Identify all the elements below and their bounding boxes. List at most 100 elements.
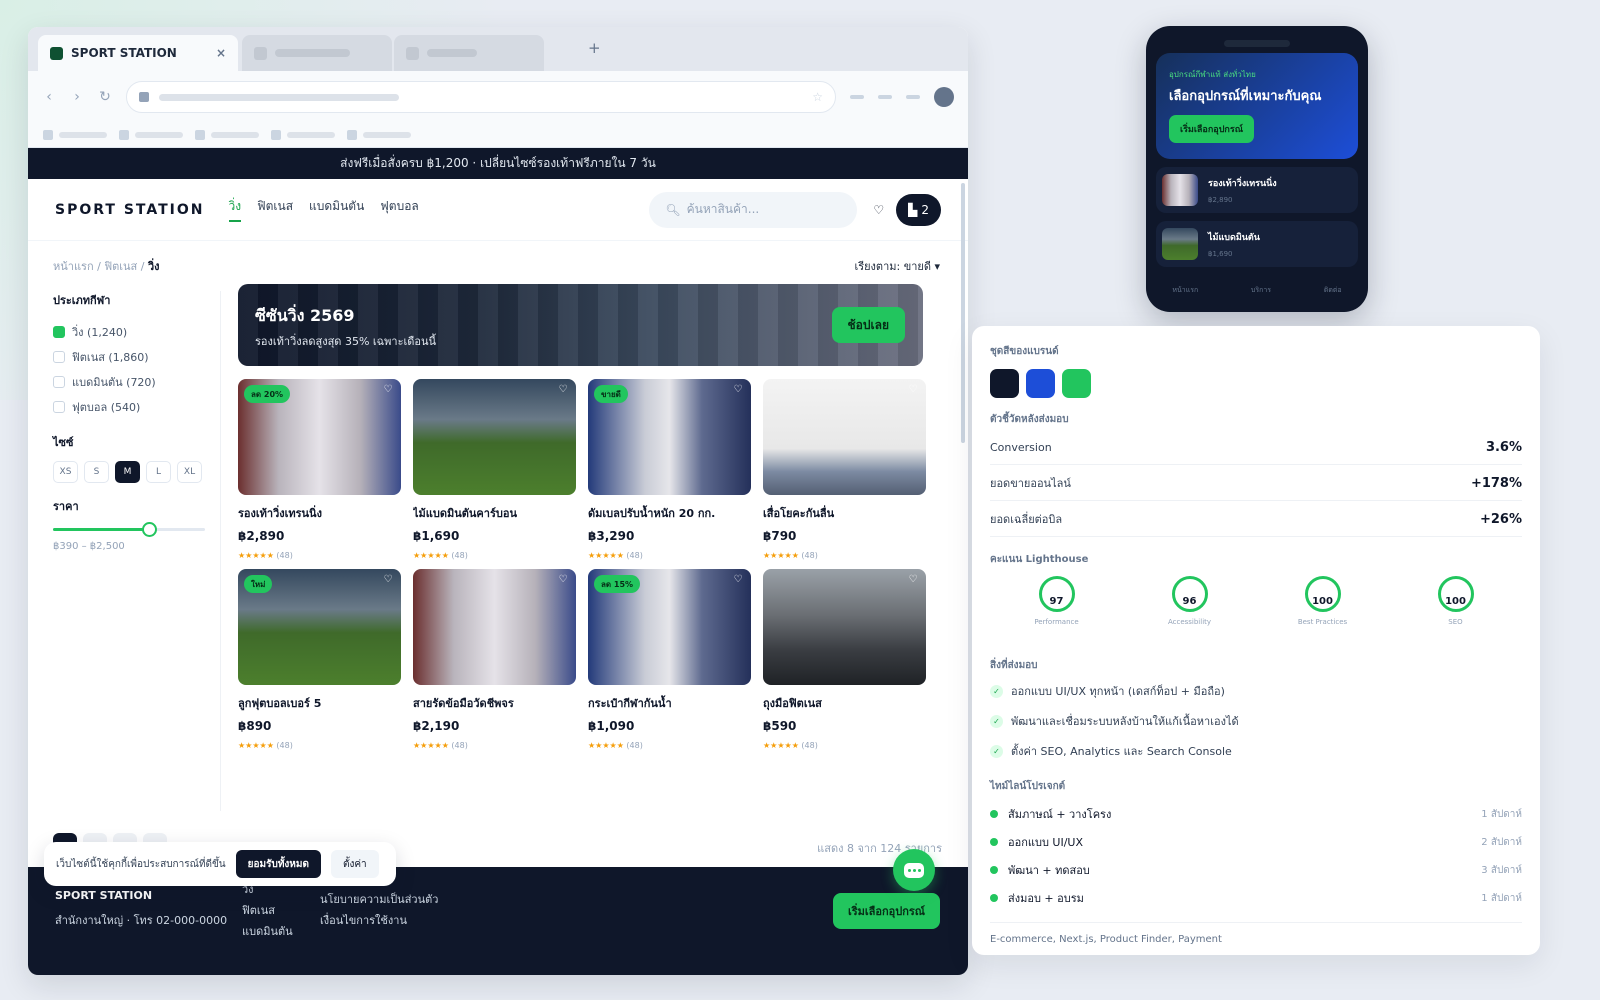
back-icon[interactable]: ‹ — [42, 89, 56, 105]
size-option-s[interactable]: S — [84, 461, 109, 483]
wishlist-heart-icon[interactable]: ♡ — [906, 574, 920, 588]
product-name[interactable]: กระเป๋ากีฬากันน้ำ — [588, 694, 751, 712]
bookmark-placeholder[interactable] — [119, 130, 183, 140]
size-option-l[interactable]: L — [146, 461, 171, 483]
sport-filter-option[interactable]: ฟุตบอล (540) — [53, 394, 220, 419]
product-name[interactable]: เสื่อโยคะกันลื่น — [763, 504, 926, 522]
bookmark-placeholder[interactable] — [43, 130, 107, 140]
product-name[interactable]: สายรัดข้อมือวัดชีพจร — [413, 694, 576, 712]
wishlist-heart-icon[interactable]: ♡ — [381, 384, 395, 398]
forward-icon[interactable]: › — [70, 89, 84, 105]
product-card[interactable]: ใหม่ ♡ ลูกฟุตบอลเบอร์ 5 ฿890 ★★★★★ (48) — [238, 569, 401, 750]
search-input[interactable]: 🔍︎ ค้นหาสินค้า... — [649, 191, 858, 228]
product-name[interactable]: ไม้แบดมินตันคาร์บอน — [413, 504, 576, 522]
brand-color-swatch — [990, 369, 1019, 398]
product-card[interactable]: ♡ สายรัดข้อมือวัดชีพจร ฿2,190 ★★★★★ (48) — [413, 569, 576, 750]
breadcrumb-home[interactable]: หน้าแรก / — [53, 260, 101, 273]
cookie-settings-button[interactable]: ตั้งค่า — [330, 850, 379, 878]
breadcrumb-category[interactable]: ฟิตเนส / — [104, 260, 144, 273]
mobile-product-item[interactable]: รองเท้าวิ่งเทรนนิ่ง ฿2,890 — [1156, 167, 1358, 213]
product-card[interactable]: ♡ เสื่อโยคะกันลื่น ฿790 ★★★★★ (48) — [763, 379, 926, 560]
product-card[interactable]: ♡ ถุงมือฟิตเนส ฿590 ★★★★★ (48) — [763, 569, 926, 750]
mobile-nav-contact[interactable]: ติดต่อ — [1324, 285, 1342, 296]
product-image[interactable]: ลด 20% ♡ — [238, 379, 401, 495]
bookmark-placeholder[interactable] — [195, 130, 259, 140]
reload-icon[interactable]: ↻ — [98, 89, 112, 105]
cookie-accept-button[interactable]: ยอมรับทั้งหมด — [235, 850, 321, 878]
extension-placeholder-icon[interactable] — [878, 95, 892, 99]
mobile-start-button[interactable]: เริ่มเลือกอุปกรณ์ — [1169, 115, 1255, 143]
size-option-xs[interactable]: XS — [53, 461, 78, 483]
mobile-nav-home[interactable]: หน้าแรก — [1172, 285, 1198, 296]
extension-placeholder-icon[interactable] — [850, 95, 864, 99]
product-name[interactable]: ถุงมือฟิตเนส — [763, 694, 926, 712]
product-image[interactable]: ใหม่ ♡ — [238, 569, 401, 685]
product-image[interactable]: ♡ — [413, 379, 576, 495]
product-image[interactable]: ♡ — [763, 569, 926, 685]
price-slider-fill — [53, 528, 149, 531]
tab-sport-station[interactable]: SPORT STATION × — [38, 35, 238, 71]
wishlist-heart-icon[interactable]: ♡ — [731, 574, 745, 588]
price-slider[interactable] — [53, 521, 205, 537]
wishlist-heart-icon[interactable]: ♡ — [873, 203, 884, 217]
menu-item-running[interactable]: วิ่ง — [228, 197, 242, 222]
profile-avatar[interactable] — [934, 87, 954, 107]
menu-item-fitness[interactable]: ฟิตเนส — [257, 197, 293, 222]
product-card[interactable]: ขายดี ♡ ดัมเบลปรับน้ำหนัก 20 กก. ฿3,290 ★★★★… — [588, 379, 751, 560]
footer-link[interactable]: แบดมินตัน — [242, 921, 293, 942]
mobile-product-item[interactable]: ไม้แบดมินตัน ฿1,690 — [1156, 221, 1358, 267]
menu-item-football[interactable]: ฟุตบอล — [380, 197, 418, 222]
filter-checkbox[interactable] — [53, 400, 65, 413]
sport-filter-option[interactable]: แบดมินตัน (720) — [53, 369, 220, 394]
site-logo[interactable]: SPORT STATION — [55, 202, 205, 218]
cart-button[interactable]: ▙ 2 — [896, 193, 941, 226]
size-option-xl[interactable]: XL — [177, 461, 202, 483]
chat-button[interactable] — [893, 849, 935, 891]
filter-checkbox[interactable] — [53, 325, 65, 338]
product-card[interactable]: ลด 20% ♡ รองเท้าวิ่งเทรนนิ่ง ฿2,890 ★★★★★ (4… — [238, 379, 401, 560]
product-image[interactable]: ♡ — [763, 379, 926, 495]
product-image[interactable]: ♡ — [413, 569, 576, 685]
wishlist-heart-icon[interactable]: ♡ — [906, 384, 920, 398]
tab-close-icon[interactable]: × — [216, 46, 226, 60]
tab-placeholder[interactable] — [394, 35, 544, 71]
menu-item-badminton[interactable]: แบดมินตัน — [309, 197, 364, 222]
product-card[interactable]: ♡ ไม้แบดมินตันคาร์บอน ฿1,690 ★★★★★ (48) — [413, 379, 576, 560]
footer-link[interactable]: ฟิตเนส — [242, 900, 293, 921]
product-name[interactable]: ดัมเบลปรับน้ำหนัก 20 กก. — [588, 504, 751, 522]
wishlist-heart-icon[interactable]: ♡ — [381, 574, 395, 588]
filter-checkbox[interactable] — [53, 350, 65, 363]
footer-link[interactable]: เงื่อนไขการใช้งาน — [320, 910, 438, 931]
extension-placeholder-icon[interactable] — [906, 95, 920, 99]
mobile-nav-services[interactable]: บริการ — [1251, 285, 1271, 296]
bookmark-placeholder[interactable] — [271, 130, 335, 140]
product-price: ฿3,290 — [588, 529, 635, 543]
size-option-m[interactable]: M — [115, 461, 140, 483]
footer-link[interactable]: นโยบายความเป็นส่วนตัว — [320, 889, 438, 910]
shop-now-button[interactable]: ช้อปเลย — [831, 307, 905, 343]
product-card[interactable]: ลด 15% ♡ กระเป๋ากีฬากันน้ำ ฿1,090 ★★★★★ (48) — [588, 569, 751, 750]
metrics-title: ตัวชี้วัดหลังส่งมอบ — [990, 414, 1069, 425]
address-bar[interactable]: ☆ — [126, 81, 836, 113]
wishlist-heart-icon[interactable]: ♡ — [556, 574, 570, 588]
sport-filter-option[interactable]: ฟิตเนส (1,860) — [53, 344, 220, 369]
bookmark-placeholder[interactable] — [347, 130, 411, 140]
sport-filter-option[interactable]: วิ่ง (1,240) — [53, 319, 220, 344]
product-image[interactable]: ลด 15% ♡ — [588, 569, 751, 685]
filter-checkbox[interactable] — [53, 375, 65, 388]
price-slider-handle[interactable] — [141, 522, 157, 537]
wishlist-heart-icon[interactable]: ♡ — [556, 384, 570, 398]
bookmark-star-icon[interactable]: ☆ — [812, 90, 823, 104]
new-tab-icon[interactable]: + — [588, 39, 601, 57]
rating-stars-icon: ★★★★★ — [588, 741, 624, 750]
sort-dropdown[interactable]: เรียงตาม: ขายดี ▾ — [854, 257, 940, 275]
page-scrollbar[interactable] — [961, 183, 965, 443]
product-name[interactable]: รองเท้าวิ่งเทรนนิ่ง — [238, 504, 401, 522]
product-image[interactable]: ขายดี ♡ — [588, 379, 751, 495]
brand-color-swatch — [1062, 369, 1091, 398]
product-name[interactable]: ลูกฟุตบอลเบอร์ 5 — [238, 694, 401, 712]
tab-placeholder[interactable] — [242, 35, 392, 71]
footer-cta-button[interactable]: เริ่มเลือกอุปกรณ์ — [832, 893, 940, 929]
phone-notch — [1224, 40, 1290, 47]
wishlist-heart-icon[interactable]: ♡ — [731, 384, 745, 398]
